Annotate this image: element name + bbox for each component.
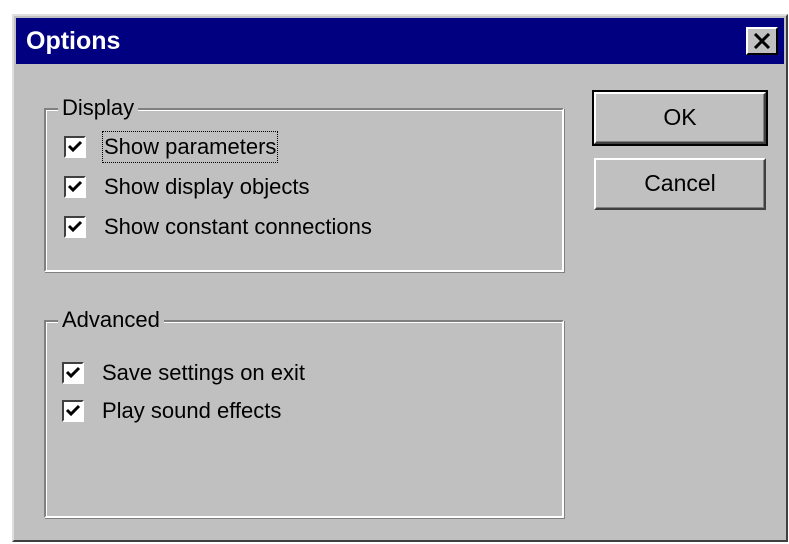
title-bar[interactable]: Options — [16, 18, 784, 64]
options-dialog: Options Display Show parameters Show dis… — [12, 14, 788, 542]
checkbox-box[interactable] — [64, 216, 86, 238]
show-constant-connections-checkbox[interactable]: Show constant connections — [64, 212, 372, 242]
save-settings-on-exit-checkbox[interactable]: Save settings on exit — [62, 358, 305, 388]
show-parameters-checkbox[interactable]: Show parameters — [64, 131, 279, 163]
close-button[interactable] — [746, 27, 778, 55]
ok-button[interactable]: OK — [592, 90, 768, 146]
advanced-group: Advanced Save settings on exit Play soun… — [44, 306, 564, 518]
checkbox-label: Show parameters — [101, 131, 279, 163]
checkbox-box[interactable] — [62, 362, 84, 384]
checkbox-box[interactable] — [62, 400, 84, 422]
checkbox-box[interactable] — [64, 136, 86, 158]
show-display-objects-checkbox[interactable]: Show display objects — [64, 172, 309, 202]
cancel-button[interactable]: Cancel — [594, 158, 766, 210]
checkbox-box[interactable] — [64, 176, 86, 198]
advanced-group-label: Advanced — [58, 306, 164, 334]
play-sound-effects-checkbox[interactable]: Play sound effects — [62, 396, 281, 426]
checkmark-icon — [65, 366, 81, 379]
dialog-title: Options — [26, 27, 121, 55]
checkmark-icon — [67, 220, 83, 233]
display-group-label: Display — [58, 94, 139, 122]
checkbox-label: Show display objects — [104, 174, 310, 199]
checkbox-label: Save settings on exit — [102, 360, 306, 385]
checkmark-icon — [65, 404, 81, 417]
checkbox-label: Play sound effects — [102, 398, 282, 423]
close-icon — [753, 33, 771, 49]
checkbox-label: Show constant connections — [104, 214, 372, 239]
checkmark-icon — [67, 140, 83, 153]
checkmark-icon — [67, 180, 83, 193]
display-group: Display Show parameters Show display obj… — [44, 94, 564, 272]
